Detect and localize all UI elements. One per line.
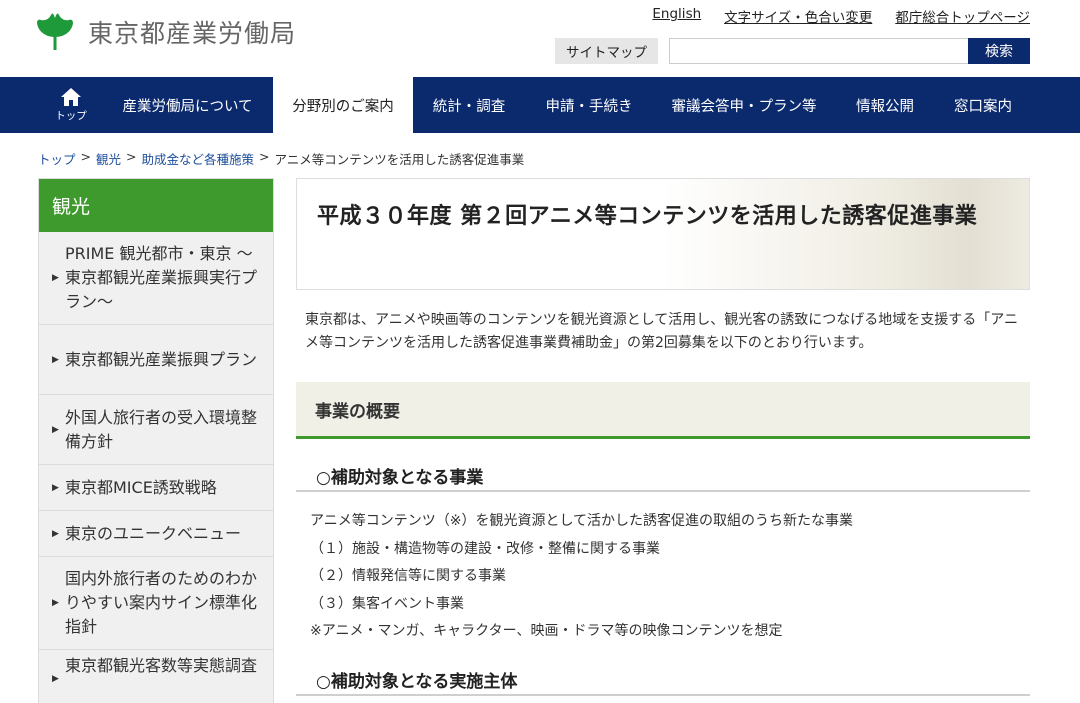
- page-title: 平成３０年度 第２回アニメ等コンテンツを活用した誘客促進事業: [317, 204, 978, 229]
- english-link[interactable]: English: [652, 6, 701, 26]
- sitemap-button[interactable]: サイトマップ: [555, 38, 658, 64]
- section-heading: 事業の概要: [315, 402, 400, 422]
- sidebar-item-prime-plan[interactable]: ▶ PRIME 観光都市・東京 ～東京都観光産業振興実行プラン～: [39, 232, 273, 325]
- triangle-right-icon: ▶: [52, 674, 59, 684]
- sidebar-item-label: 外国人旅行者の受入環境整備方針: [65, 407, 258, 451]
- breadcrumb-subsidies[interactable]: 助成金など各種施策: [142, 149, 255, 168]
- breadcrumb-top[interactable]: トップ: [38, 149, 76, 168]
- sidebar-item-tourism-promotion-plan[interactable]: ▶ 東京都観光産業振興プラン: [39, 325, 273, 395]
- nav-guide-by-field[interactable]: 分野別のご案内: [273, 77, 413, 133]
- home-label: トップ: [55, 110, 87, 122]
- body-line: アニメ等コンテンツ（※）を観光資源として活かした誘客促進の取組のうち新たな事業: [310, 513, 854, 529]
- sidebar-heading[interactable]: 観光: [39, 179, 273, 232]
- nav-council-plans[interactable]: 審議会答申・プラン等: [660, 77, 828, 133]
- breadcrumb-current: アニメ等コンテンツを活用した誘客促進事業: [274, 152, 525, 167]
- sidebar-item-foreign-visitors-policy[interactable]: ▶ 外国人旅行者の受入環境整備方針: [39, 395, 273, 465]
- triangle-right-icon: ▶: [52, 598, 59, 608]
- nav-applications[interactable]: 申請・手続き: [530, 77, 648, 133]
- text-size-color-link[interactable]: 文字サイズ・色合い変更: [724, 6, 872, 26]
- breadcrumb-separator: >: [259, 149, 270, 164]
- body-line: （３）集客イベント事業: [310, 595, 464, 612]
- breadcrumb: トップ > 観光 > 助成金など各種施策 > アニメ等コンテンツを活用した誘客促進事業: [38, 149, 524, 168]
- utility-links: English 文字サイズ・色合い変更 都庁総合トップページ: [629, 6, 1030, 26]
- org-name: 東京都産業労働局: [88, 19, 297, 48]
- sidebar-item-mice-strategy[interactable]: ▶ 東京都MICE誘致戦略: [39, 465, 273, 511]
- nav-home[interactable]: トップ: [45, 77, 97, 133]
- site-logo[interactable]: 東京都産業労働局: [37, 12, 296, 52]
- search-button[interactable]: 検索: [968, 38, 1030, 64]
- sidebar-item-visitor-survey[interactable]: ▶ 東京都観光客数等実態調査: [39, 650, 273, 703]
- body-line: （１）施設・構造物等の建設・改修・整備に関する事業: [310, 540, 660, 557]
- triangle-right-icon: ▶: [52, 528, 59, 539]
- home-icon: [61, 88, 81, 106]
- sidebar-item-label: 東京のユニークベニュー: [65, 523, 242, 543]
- breadcrumb-separator: >: [80, 149, 91, 164]
- ginkgo-leaf-icon: [37, 13, 73, 50]
- sidebar-item-label: 東京都観光産業振興プラン: [65, 349, 258, 369]
- triangle-right-icon: ▶: [52, 424, 59, 435]
- body-line: ※アニメ・マンガ、キャラクター、映画・ドラマ等の映像コンテンツを想定: [310, 623, 783, 639]
- sidebar-item-sign-guidelines[interactable]: ▶ 国内外旅行者のためのわかりやすい案内サイン標準化指針: [39, 557, 273, 650]
- nav-contact-window[interactable]: 窓口案内: [940, 77, 1026, 133]
- sidebar-item-label: PRIME 観光都市・東京 ～東京都観光産業振興実行プラン～: [65, 244, 258, 311]
- page-title-box: 平成３０年度 第２回アニメ等コンテンツを活用した誘客促進事業: [296, 178, 1030, 290]
- global-nav: トップ 産業労働局について 分野別のご案内 統計・調査 申請・手続き 審議会答申…: [0, 77, 1080, 133]
- intro-paragraph: 東京都は、アニメや映画等のコンテンツを観光資源として活用し、観光客の誘致につなげ…: [305, 312, 1019, 351]
- triangle-right-icon: ▶: [52, 273, 59, 283]
- section-heading-box: 事業の概要: [296, 382, 1030, 439]
- body-line: （２）情報発信等に関する事業: [310, 568, 506, 584]
- triangle-right-icon: ▶: [52, 482, 59, 493]
- sidebar: 観光 ▶ PRIME 観光都市・東京 ～東京都観光産業振興実行プラン～ ▶ 東京…: [38, 178, 274, 703]
- sidebar-item-label: 東京都MICE誘致戦略: [65, 477, 217, 497]
- subsection-heading-target-projects: ○補助対象となる事業: [316, 468, 484, 488]
- sidebar-item-unique-venues[interactable]: ▶ 東京のユニークベニュー: [39, 511, 273, 557]
- nav-about[interactable]: 産業労働局について: [111, 77, 264, 133]
- subsection-heading-implementing-entity: ○補助対象となる実施主体: [316, 672, 518, 692]
- target-projects-body: アニメ等コンテンツ（※）を観光資源として活かした誘客促進の取組のうち新たな事業 …: [310, 508, 1030, 646]
- triangle-right-icon: ▶: [52, 354, 59, 365]
- nav-information-disclosure[interactable]: 情報公開: [842, 77, 928, 133]
- sidebar-item-label: 東京都観光客数等実態調査: [65, 656, 258, 675]
- site-header: 東京都産業労働局 English 文字サイズ・色合い変更 都庁総合トップページ …: [0, 0, 1080, 77]
- sidebar-item-label: 国内外旅行者のためのわかりやすい案内サイン標準化指針: [65, 569, 258, 636]
- nav-statistics[interactable]: 統計・調査: [420, 77, 518, 133]
- breadcrumb-separator: >: [126, 149, 137, 164]
- subsection-heading-box: ○補助対象となる実施主体: [296, 660, 1030, 696]
- breadcrumb-tourism[interactable]: 観光: [96, 149, 121, 168]
- search-input[interactable]: [669, 38, 969, 64]
- subsection-heading-box: ○補助対象となる事業: [296, 456, 1030, 492]
- metro-top-link[interactable]: 都庁総合トップページ: [895, 6, 1030, 26]
